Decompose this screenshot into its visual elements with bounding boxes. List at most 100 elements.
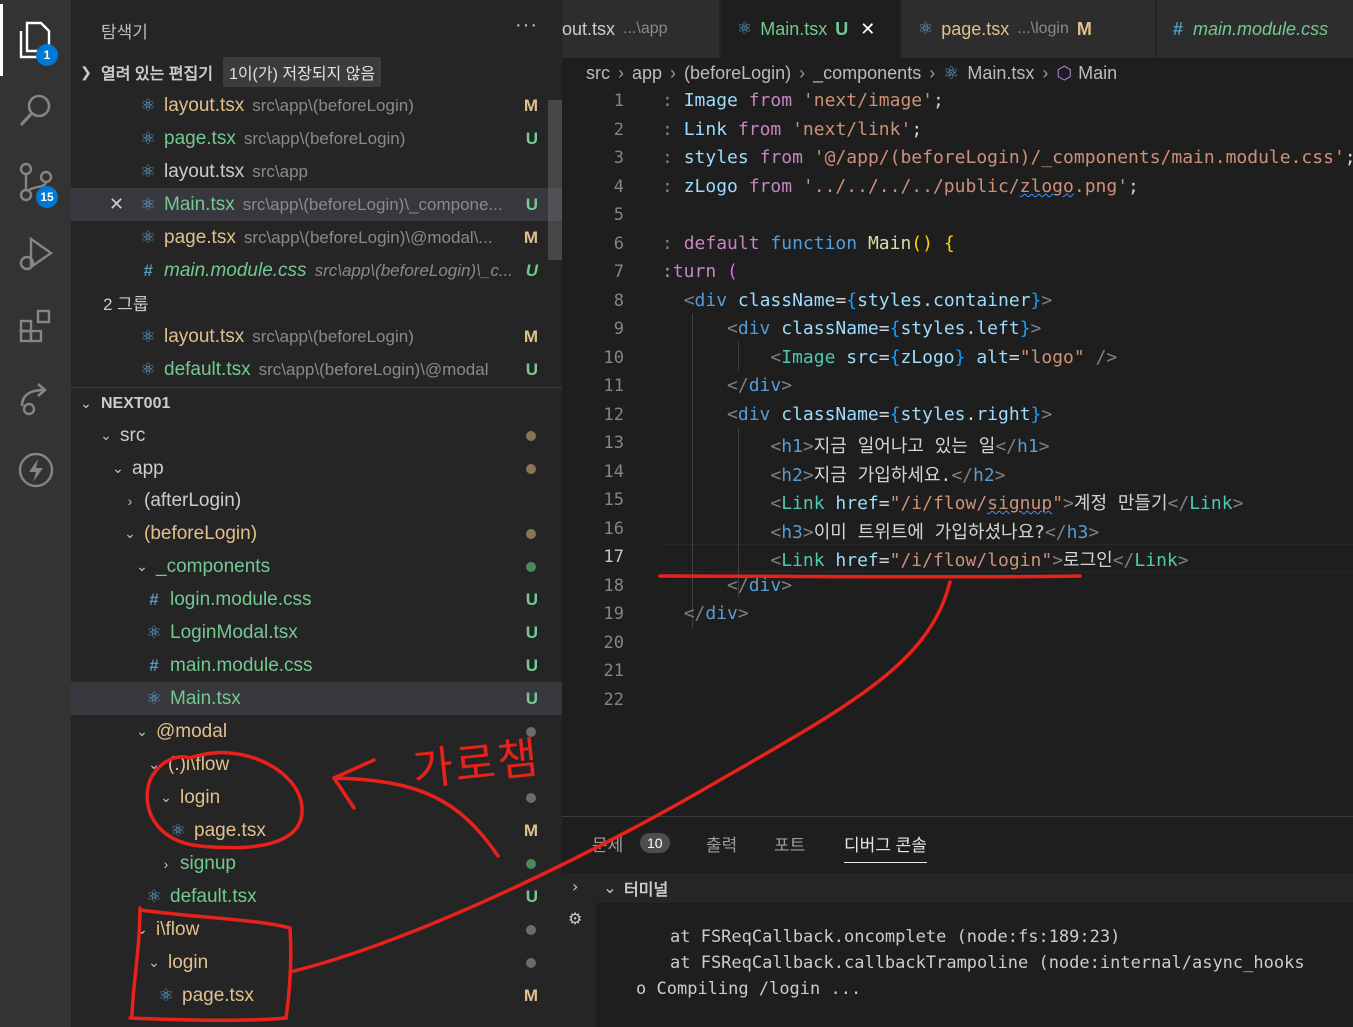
symbol-cube-icon: ⬡ bbox=[1056, 62, 1073, 83]
close-icon[interactable]: ✕ bbox=[860, 19, 875, 40]
scrollbar-thumb[interactable] bbox=[548, 100, 562, 260]
tree-folder-components[interactable]: ⌄ _components bbox=[71, 550, 562, 583]
close-icon[interactable]: ✕ bbox=[109, 194, 124, 215]
tree-file[interactable]: # login.module.css U bbox=[71, 583, 562, 616]
line-number: 11 bbox=[603, 376, 624, 396]
tab-output[interactable]: 출력 bbox=[706, 831, 737, 856]
group-label: 2 그룹 bbox=[103, 295, 149, 314]
line-number: 5 bbox=[613, 205, 624, 225]
untracked-dot bbox=[526, 561, 536, 572]
open-editor-path: src\app\(beforeLogin)\_compone... bbox=[242, 194, 503, 214]
open-editor-item[interactable]: ⚛ default.tsx src\app\(beforeLogin)\@mod… bbox=[71, 353, 562, 386]
code-line: </div> bbox=[683, 603, 749, 624]
tree-item-label: (beforeLogin) bbox=[144, 522, 258, 544]
open-editor-name: default.tsx bbox=[164, 358, 251, 380]
tree-item-label: _components bbox=[156, 555, 271, 577]
open-editor-item[interactable]: ⚛ layout.tsx src\app bbox=[71, 155, 562, 188]
tree-folder-afterlogin[interactable]: › (afterLogin) bbox=[71, 484, 562, 517]
open-editor-item[interactable]: ⚛ layout.tsx src\app\(beforeLogin) M bbox=[71, 89, 562, 122]
code-line-current: <Link href="/i/flow/login">로그인</Link> bbox=[770, 550, 1189, 571]
tree-folder-signup[interactable]: › signup bbox=[71, 847, 562, 880]
source-control-activity-button[interactable]: 15 bbox=[0, 146, 71, 218]
debug-console-icon[interactable]: ⚙ bbox=[568, 909, 582, 928]
tab-debug-console[interactable]: 디버그 콘솔 bbox=[844, 831, 927, 863]
run-debug-activity-button[interactable] bbox=[0, 218, 71, 290]
breadcrumb-item[interactable]: app bbox=[632, 63, 662, 84]
open-editors-header[interactable]: ❯ 열려 있는 편집기 1이(가) 저장되지 않음 bbox=[71, 56, 562, 88]
git-status: M bbox=[523, 95, 538, 115]
tab-problems[interactable]: 문제 bbox=[592, 831, 623, 856]
tree-file[interactable]: ⚛ default.tsx U bbox=[71, 880, 562, 913]
git-status: U bbox=[525, 688, 538, 708]
unsaved-badge: 1이(가) 저장되지 않음 bbox=[222, 57, 382, 87]
react-file-icon: ⚛ bbox=[140, 161, 156, 181]
tree-folder-login[interactable]: ⌄ login bbox=[71, 946, 562, 979]
tab-ports[interactable]: 포트 bbox=[774, 831, 805, 856]
tree-folder-flow[interactable]: ⌄ i\flow bbox=[71, 913, 562, 946]
tab-out-tsx[interactable]: out.tsx ...\app bbox=[562, 0, 720, 58]
remote-activity-button[interactable] bbox=[0, 362, 71, 434]
project-header[interactable]: ⌄ NEXT001 bbox=[71, 387, 562, 419]
breadcrumb: src › app › (beforeLogin) › _components … bbox=[562, 58, 1353, 88]
breadcrumb-item[interactable]: Main.tsx bbox=[967, 63, 1034, 84]
tree-file[interactable]: ⚛ page.tsx M bbox=[71, 979, 562, 1012]
tree-item-label: i\flow bbox=[156, 918, 200, 940]
git-status: U bbox=[525, 128, 538, 148]
line-number: 6 bbox=[613, 233, 624, 254]
extensions-activity-button[interactable] bbox=[0, 290, 71, 362]
tree-file-selected[interactable]: ⚛ Main.tsx U bbox=[71, 682, 562, 715]
line-number: 14 bbox=[603, 461, 624, 482]
project-label: NEXT001 bbox=[101, 394, 171, 412]
modified-dot bbox=[526, 463, 536, 474]
open-editor-item[interactable]: ⚛ layout.tsx src\app\(beforeLogin) M bbox=[71, 320, 562, 353]
more-actions-icon[interactable]: ··· bbox=[515, 14, 538, 37]
tree-folder-app[interactable]: ⌄ app bbox=[71, 452, 562, 485]
editor-tabs: out.tsx ...\app ⚛ Main.tsx U ✕ ⚛ page.ts… bbox=[562, 0, 1353, 58]
prompt-marker: o bbox=[636, 979, 647, 999]
open-editor-name: page.tsx bbox=[164, 226, 236, 248]
open-editor-item-active[interactable]: ✕ ⚛ Main.tsx src\app\(beforeLogin)\_comp… bbox=[71, 188, 562, 221]
tree-item-label: default.tsx bbox=[170, 885, 257, 907]
breadcrumb-item[interactable]: src bbox=[586, 63, 610, 84]
tree-folder-beforelogin[interactable]: ⌄ (beforeLogin) bbox=[71, 517, 562, 550]
open-editor-item[interactable]: ⚛ page.tsx src\app\(beforeLogin) U bbox=[71, 122, 562, 155]
lightning-activity-button[interactable] bbox=[0, 434, 71, 506]
line-number: 9 bbox=[613, 319, 624, 339]
tree-item-label: (afterLogin) bbox=[144, 489, 242, 511]
activity-bar: 1 15 bbox=[0, 0, 71, 1027]
chevron-down-icon: ⌄ bbox=[112, 460, 124, 476]
line-number: 22 bbox=[603, 689, 624, 710]
tab-main-module-css[interactable]: # main.module.css bbox=[1157, 0, 1353, 58]
react-file-icon: ⚛ bbox=[140, 326, 156, 346]
tab-path: ...\app bbox=[623, 20, 668, 37]
code-line: :turn ( bbox=[662, 261, 738, 282]
tree-file[interactable]: ⚛ page.tsx M bbox=[71, 814, 562, 847]
breadcrumb-item[interactable]: _components bbox=[813, 63, 921, 84]
chevron-right-icon: › bbox=[163, 855, 169, 872]
code-editor[interactable]: 1 2 3 4 5 6 7 8 9 10 11 12 13 14 15 16 17 18 19 20 21 22 : Im… bbox=[562, 88, 1353, 816]
modified-dot bbox=[526, 924, 536, 935]
code-line: </div> bbox=[727, 375, 793, 396]
chevron-down-icon: ⌄ bbox=[124, 525, 136, 541]
tree-file[interactable]: ⚛ LoginModal.tsx U bbox=[71, 616, 562, 649]
terminal-header[interactable]: ⌄ 터미널 bbox=[596, 873, 1353, 903]
tree-folder-src[interactable]: ⌄ src bbox=[71, 419, 562, 452]
open-editor-item[interactable]: # main.module.css src\app\(beforeLogin)\… bbox=[71, 254, 562, 287]
tab-main-tsx[interactable]: ⚛ Main.tsx U ✕ bbox=[721, 0, 901, 58]
line-number: 20 bbox=[603, 632, 624, 653]
open-editors-label: 열려 있는 편집기 bbox=[101, 66, 213, 83]
tree-file[interactable]: # main.module.css U bbox=[71, 649, 562, 682]
explorer-title: 탐색기 bbox=[101, 23, 148, 42]
code-line: <div className={styles.left}> bbox=[727, 318, 1042, 339]
chevron-right-icon[interactable]: › bbox=[572, 877, 578, 896]
react-file-icon: ⚛ bbox=[140, 194, 156, 214]
tree-item-label: login.module.css bbox=[170, 588, 312, 610]
breadcrumb-item[interactable]: (beforeLogin) bbox=[684, 63, 791, 84]
react-file-icon: ⚛ bbox=[170, 820, 186, 840]
open-editor-item[interactable]: ⚛ page.tsx src\app\(beforeLogin)\@modal\… bbox=[71, 221, 562, 254]
search-activity-button[interactable] bbox=[0, 74, 71, 146]
explorer-activity-button[interactable]: 1 bbox=[0, 4, 71, 76]
tab-page-tsx[interactable]: ⚛ page.tsx ...\login M bbox=[902, 0, 1156, 58]
breadcrumb-item[interactable]: Main bbox=[1078, 63, 1117, 84]
chevron-right-icon: › bbox=[1042, 62, 1049, 83]
